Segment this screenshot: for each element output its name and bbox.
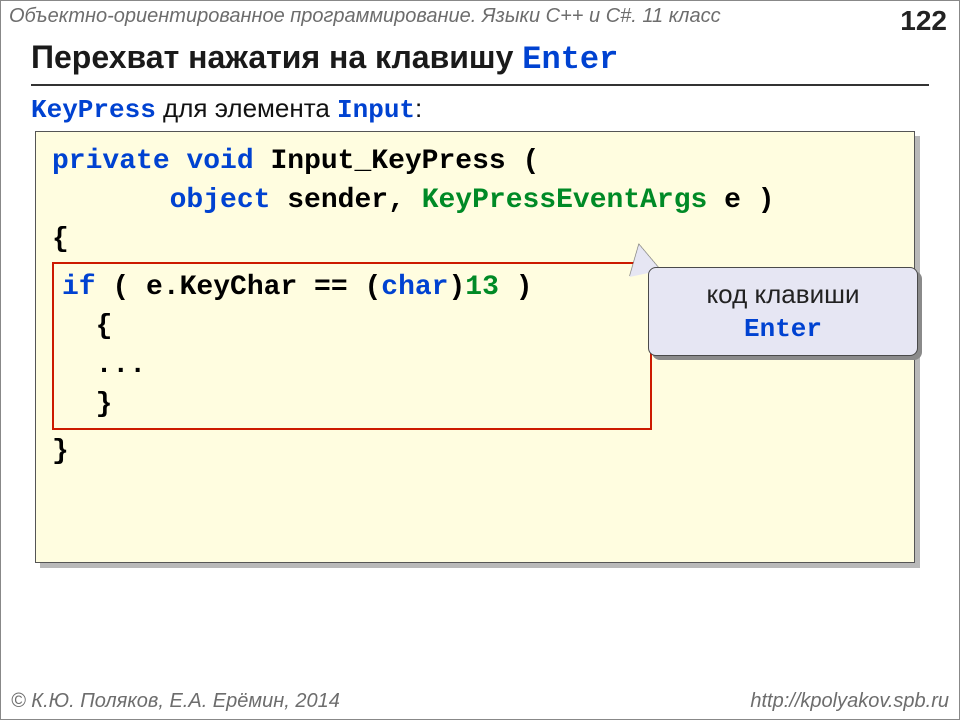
slide-footer: © К.Ю. Поляков, Е.А. Ерёмин, 2014 http:/… (11, 690, 949, 713)
footer-author: © К.Ю. Поляков, Е.А. Ерёмин, 2014 (11, 690, 340, 713)
code-kw-object: object (170, 185, 271, 216)
subtitle-mid: для элемента (156, 93, 337, 123)
code-inner-mid1: ( e.KeyChar == ( (96, 272, 382, 303)
code-inner-ellipsis: ... (62, 350, 146, 381)
page-number: 122 (900, 5, 947, 37)
highlighted-code: if ( e.KeyChar == (char)13 ) { ... } (52, 262, 652, 431)
code-block: private void Input_KeyPress ( object sen… (35, 131, 915, 563)
page-title: Перехват нажатия на клавишу Enter (31, 39, 929, 86)
slide-header: Объектно-ориентированное программировани… (9, 5, 947, 37)
code-kw-if: if (62, 272, 96, 303)
footer-url: http://kpolyakov.spb.ru (750, 690, 949, 713)
callout-enter: Enter (744, 314, 822, 344)
code-l2-indent (52, 185, 170, 216)
callout-line1: код клавиши (707, 279, 860, 309)
code-l2-mid: sender, (270, 185, 421, 216)
subtitle-colon: : (415, 93, 422, 123)
code-kw-private: private (52, 146, 170, 177)
subtitle: KeyPress для элемента Input: (31, 93, 422, 125)
code-l2-end: e ) (707, 185, 774, 216)
code-inner-mid2: ) (448, 272, 465, 303)
code-kw-void: void (186, 146, 253, 177)
title-text: Перехват нажатия на клавишу (31, 39, 522, 75)
code-inner-brace-open: { (62, 311, 112, 342)
course-title: Объектно-ориентированное программировани… (9, 5, 721, 37)
code-brace-close: } (52, 436, 69, 467)
subtitle-keypress: KeyPress (31, 95, 156, 125)
code-inner-brace-close: } (62, 389, 112, 420)
code-inner-end: ) (499, 272, 533, 303)
code-brace-open: { (52, 224, 69, 255)
subtitle-input: Input (337, 95, 415, 125)
code-num-13: 13 (465, 272, 499, 303)
title-keyword: Enter (522, 41, 618, 78)
code-l1-rest: Input_KeyPress ( (254, 146, 540, 177)
callout-box: код клавиши Enter (648, 267, 918, 356)
code-kw-char: char (381, 272, 448, 303)
code-type-args: KeyPressEventArgs (422, 185, 708, 216)
